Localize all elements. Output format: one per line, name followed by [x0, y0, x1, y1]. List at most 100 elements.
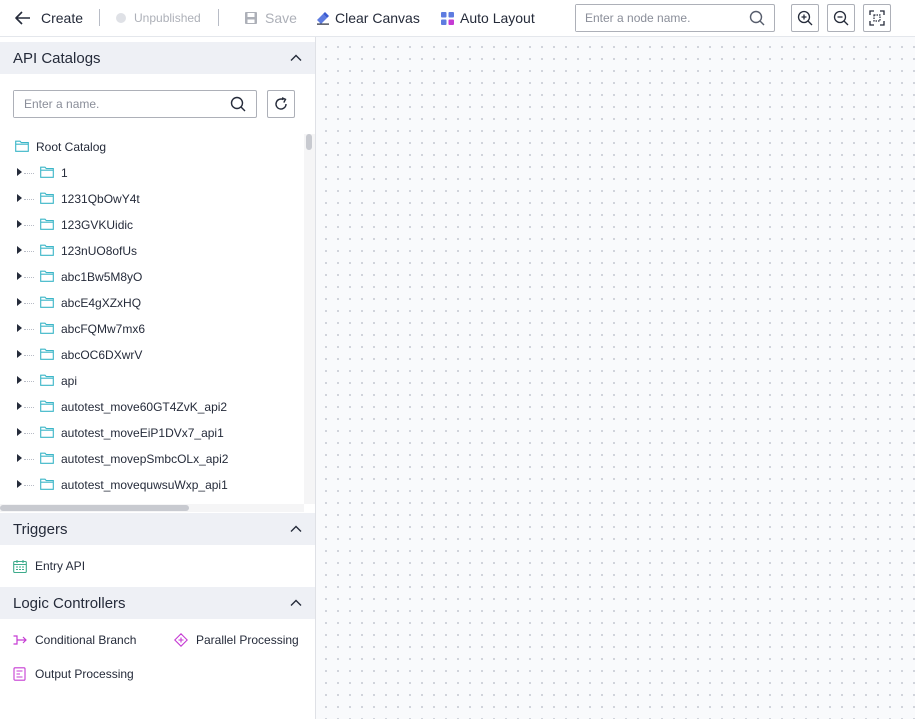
tree-item[interactable]: abc1Bw5M8yO: [0, 264, 300, 290]
expand-caret-icon[interactable]: [17, 324, 22, 332]
save-button[interactable]: Save: [244, 0, 297, 36]
create-label: Create: [41, 10, 84, 26]
tree-item[interactable]: abcFQMw7mx6: [0, 316, 300, 342]
tree-connector: [24, 485, 34, 486]
expand-caret-icon[interactable]: [17, 194, 22, 202]
api-calendar-icon: [13, 559, 27, 573]
status-dot-icon: [116, 13, 126, 23]
expand-caret-icon[interactable]: [17, 246, 22, 254]
folder-icon: [40, 322, 54, 334]
tree-item-label: abcE4gXZxHQ: [61, 296, 142, 310]
tree-connector: [24, 433, 34, 434]
logic-controllers-title: Logic Controllers: [13, 594, 126, 612]
triggers-header[interactable]: Triggers: [0, 513, 315, 545]
folder-icon: [40, 452, 54, 464]
expand-caret-icon[interactable]: [17, 298, 22, 306]
zoom-out-button[interactable]: [827, 4, 855, 32]
node-search-box: [575, 4, 775, 32]
auto-layout-label: Auto Layout: [460, 10, 535, 26]
catalog-tree: Root Catalog 1 1231QbOwY4t 123GVKUidic 123n…: [0, 134, 304, 504]
expand-caret-icon[interactable]: [17, 168, 22, 176]
tree-item[interactable]: autotest_moveEiP1DVx7_api1: [0, 420, 300, 446]
tree-item[interactable]: 123GVKUidic: [0, 212, 300, 238]
node-search-input[interactable]: [576, 5, 746, 31]
toolbar: Create Unpublished Save Clear Canvas Aut…: [0, 0, 915, 37]
tree-root-item[interactable]: Root Catalog: [0, 134, 300, 160]
catalog-search-input[interactable]: [14, 91, 222, 117]
arrow-left-icon: [15, 11, 30, 25]
tree-vertical-scrollbar[interactable]: [304, 134, 315, 504]
clear-canvas-label: Clear Canvas: [335, 10, 420, 26]
expand-caret-icon[interactable]: [17, 454, 22, 462]
tree-connector: [24, 277, 34, 278]
folder-icon: [40, 270, 54, 282]
tree-connector: [24, 329, 34, 330]
tree-item-label: abcFQMw7mx6: [61, 322, 146, 336]
expand-caret-icon[interactable]: [17, 220, 22, 228]
expand-caret-icon[interactable]: [17, 428, 22, 436]
logic-controllers-header[interactable]: Logic Controllers: [0, 587, 315, 619]
tree-item[interactable]: api: [0, 368, 300, 394]
tree-item[interactable]: autotest_movepSmbcOLx_api2: [0, 446, 300, 472]
save-label: Save: [265, 10, 297, 26]
folder-icon: [40, 218, 54, 230]
tree-item[interactable]: 1: [0, 160, 300, 186]
layout-grid-icon: [441, 11, 454, 25]
tree-connector: [24, 381, 34, 382]
tree-item-label: 1231QbOwY4t: [61, 192, 140, 206]
entry-api-label: Entry API: [35, 559, 86, 573]
folder-icon: [40, 348, 54, 360]
expand-caret-icon[interactable]: [17, 480, 22, 488]
tree-connector: [24, 225, 34, 226]
tree-item-label: api: [61, 374, 78, 388]
entry-api-node[interactable]: Entry API: [13, 556, 85, 576]
chevron-up-icon: [290, 599, 302, 606]
tree-item-label: 123nUO8ofUs: [61, 244, 138, 258]
fit-screen-button[interactable]: [863, 4, 891, 32]
folder-icon: [40, 426, 54, 438]
triggers-title: Triggers: [13, 520, 68, 538]
expand-caret-icon[interactable]: [17, 402, 22, 410]
refresh-button[interactable]: [267, 90, 295, 118]
search-icon[interactable]: [749, 10, 765, 26]
tree-item[interactable]: autotest_move60GT4ZvK_api2: [0, 394, 300, 420]
api-catalogs-title: API Catalogs: [13, 49, 101, 67]
left-panel: API Catalogs Root Catalog 1 1231QbOwY4t 12…: [0, 42, 316, 719]
output-processing-node[interactable]: Output Processing: [13, 664, 134, 684]
folder-icon: [40, 296, 54, 308]
tree-item[interactable]: abcE4gXZxHQ: [0, 290, 300, 316]
tree-item[interactable]: 123nUO8ofUs: [0, 238, 300, 264]
tree-connector: [24, 251, 34, 252]
save-icon: [245, 12, 257, 24]
tree-horizontal-scrollbar[interactable]: [0, 504, 304, 512]
create-back-button[interactable]: Create: [14, 0, 83, 36]
search-icon[interactable]: [230, 96, 246, 112]
conditional-branch-node[interactable]: Conditional Branch: [13, 630, 136, 650]
toolbar-divider: [218, 9, 219, 26]
api-catalogs-header[interactable]: API Catalogs: [0, 42, 315, 74]
scrollbar-thumb[interactable]: [0, 505, 189, 511]
zoom-in-button[interactable]: [791, 4, 819, 32]
eraser-icon: [317, 12, 329, 25]
expand-caret-icon[interactable]: [17, 376, 22, 384]
clear-canvas-button[interactable]: Clear Canvas: [316, 0, 420, 36]
publish-status: Unpublished: [116, 0, 201, 36]
auto-layout-button[interactable]: Auto Layout: [441, 0, 535, 36]
parallel-processing-node[interactable]: Parallel Processing: [174, 630, 299, 650]
output-document-icon: [13, 667, 26, 681]
folder-icon: [15, 140, 29, 152]
folder-icon: [40, 400, 54, 412]
catalog-search-box: [13, 90, 257, 118]
scrollbar-thumb[interactable]: [306, 134, 312, 150]
tree-connector: [24, 173, 34, 174]
tree-item-label: 123GVKUidic: [61, 218, 134, 232]
output-processing-label: Output Processing: [35, 667, 134, 681]
tree-item[interactable]: abcOC6DXwrV: [0, 342, 300, 368]
parallel-diamond-icon: [174, 633, 188, 647]
expand-caret-icon[interactable]: [17, 272, 22, 280]
tree-item[interactable]: 1231QbOwY4t: [0, 186, 300, 212]
tree-item-label: abcOC6DXwrV: [61, 348, 143, 362]
flow-canvas[interactable]: [316, 37, 915, 719]
tree-item[interactable]: autotest_movequwsuWxp_api1: [0, 472, 300, 498]
expand-caret-icon[interactable]: [17, 350, 22, 358]
